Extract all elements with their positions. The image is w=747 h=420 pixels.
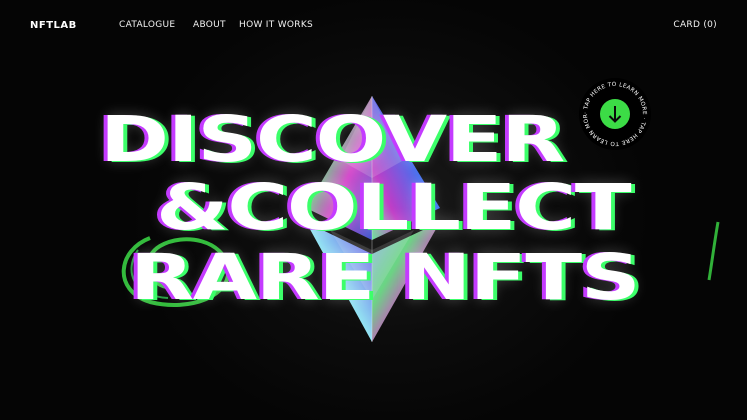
crystal-diamond xyxy=(306,96,440,342)
logo[interactable]: NFTLAB xyxy=(30,20,77,31)
green-scribble-left xyxy=(121,236,231,307)
hero-stage: NFTLAB CATALOGUE ABOUT HOW IT WORKS CARD… xyxy=(0,0,747,420)
top-navigation: NFTLAB CATALOGUE ABOUT HOW IT WORKS CARD… xyxy=(0,0,747,52)
green-stroke-right xyxy=(707,221,720,281)
nav-catalogue[interactable]: CATALOGUE xyxy=(119,20,175,30)
nav-about[interactable]: ABOUT xyxy=(193,20,226,30)
cart-link[interactable]: CARD (0) xyxy=(673,20,717,30)
crystal-artwork xyxy=(121,96,720,342)
learn-more-badge[interactable]: · TAP HERE TO LEARN MORE · TAP HERE TO L… xyxy=(575,72,653,152)
nav-how-it-works[interactable]: HOW IT WORKS xyxy=(239,20,313,30)
